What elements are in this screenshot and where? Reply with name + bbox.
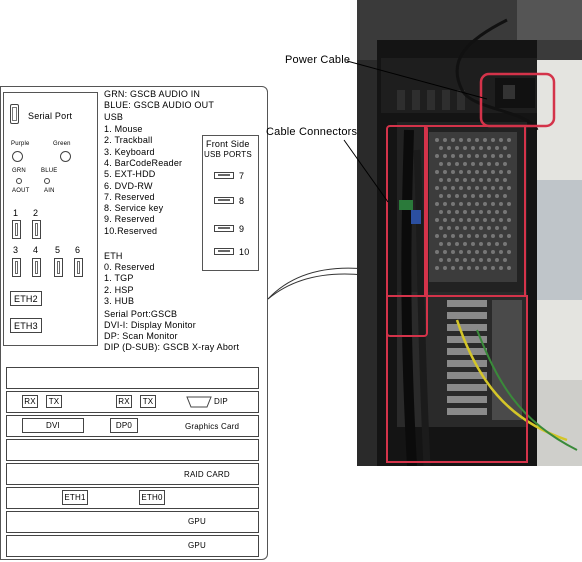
usb-legend-item: 7. Reserved (104, 191, 155, 202)
dip-legend: DIP (D-SUB): GSCB X-ray Abort (104, 342, 240, 352)
usb-number-4: 4 (33, 245, 39, 255)
tx-port-1: TX (46, 395, 62, 408)
eth-legend-item: 2. HSP (104, 284, 134, 295)
usb-number-2: 2 (33, 208, 39, 218)
serial-port-label: Serial Port (28, 111, 73, 121)
usb-port-5 (54, 258, 63, 277)
usb-port-1 (12, 220, 21, 239)
dvi-port: DVI (22, 418, 84, 433)
gpu-label-1: GPU (188, 517, 206, 526)
usb-legend-item: 9. Reserved (104, 214, 155, 225)
eth-legend-item: 1. TGP (104, 273, 134, 284)
eth0-port: ETH0 (139, 490, 165, 505)
serial-port-inner (12, 107, 17, 121)
serial-port-legend: Serial Port:GSCB (104, 309, 178, 319)
usb-number-5: 5 (55, 245, 61, 255)
front-usb-port-10 (214, 248, 234, 255)
io-shield-frame (3, 92, 98, 346)
back-panel-diagram: Serial Port Purple Green GRN BLUE AOUT A… (0, 0, 270, 562)
eth-legend-item: 0. Reserved (104, 262, 155, 272)
green-label: Green (53, 141, 71, 147)
usb-legend-item: 5. EXT-HDD (104, 169, 156, 180)
usb-port-3 (12, 258, 21, 277)
eth1-port: ETH1 (62, 490, 88, 505)
usb-legend-item: 6. DVD-RW (104, 180, 153, 191)
dp-legend: DP: Scan Monitor (104, 331, 178, 341)
purple-jack-icon (12, 151, 23, 162)
usb-legend-title: USB (104, 112, 124, 122)
slot-row-gpu-2 (6, 535, 259, 557)
usb-number-3: 3 (13, 245, 19, 255)
aout-label: AOUT (12, 188, 30, 194)
cable-connectors-callout: Cable Connectors (266, 126, 358, 138)
tx-port-2: TX (140, 395, 156, 408)
usb-number-6: 6 (75, 245, 81, 255)
eth3-port: ETH3 (10, 318, 42, 333)
usb-legend-item: 2. Trackball (104, 135, 153, 146)
front-usb-number-8: 8 (239, 196, 245, 206)
power-cable-callout: Power Cable (285, 54, 351, 66)
front-usb-port-8 (214, 197, 234, 204)
usb-legend-item: 8. Service key (104, 203, 164, 214)
graphics-card-label: Graphics Card (185, 422, 240, 431)
slot-row-empty-2 (6, 439, 259, 461)
dp0-port: DP0 (110, 418, 138, 433)
front-usb-number-7: 7 (239, 171, 245, 181)
eth2-port: ETH2 (10, 291, 42, 306)
front-usb-port-9 (214, 225, 234, 232)
aout-jack-icon (16, 178, 22, 184)
slot-row-eth (6, 487, 259, 509)
usb-legend-item: 1. Mouse (104, 124, 143, 134)
blue-label: BLUE (41, 168, 58, 174)
front-usb-port-7 (214, 172, 234, 179)
dvi-legend: DVI-I: Display Monitor (104, 320, 196, 330)
usb-legend-item: 10.Reserved (104, 225, 158, 236)
usb-port-6 (74, 258, 83, 277)
usb-legend-item: 4. BarCodeReader (104, 157, 183, 168)
usb-number-1: 1 (13, 208, 19, 218)
audio-out-legend: BLUE: GSCB AUDIO OUT (104, 100, 215, 110)
ain-jack-icon (44, 178, 50, 184)
audio-in-legend: GRN: GSCB AUDIO IN (104, 89, 201, 99)
usb-port-4 (32, 258, 41, 277)
front-usb-number-9: 9 (239, 224, 245, 234)
slot-row-gpu-1 (6, 511, 259, 533)
cable-connectors-pointer (343, 139, 389, 203)
ain-label: AIN (44, 188, 55, 194)
dip-connector-icon (186, 396, 212, 408)
gpu-label-2: GPU (188, 541, 206, 550)
front-side-subtitle: USB PORTS (204, 150, 252, 159)
green-jack-icon (60, 151, 71, 162)
usb-legend-item: 3. Keyboard (104, 146, 155, 157)
front-usb-number-10: 10 (239, 247, 250, 257)
raid-card-label: RAID CARD (184, 470, 230, 479)
power-cable-pointer (346, 60, 488, 100)
purple-label: Purple (11, 141, 30, 147)
slot-row-empty (6, 367, 259, 389)
rx-port-1: RX (22, 395, 38, 408)
usb-port-2 (32, 220, 41, 239)
rx-port-2: RX (116, 395, 132, 408)
grn-label: GRN (12, 168, 26, 174)
eth-legend-item: 3. HUB (104, 295, 135, 306)
front-side-title: Front Side (206, 139, 250, 149)
eth-legend-title: ETH (104, 251, 123, 261)
dip-label: DIP (214, 397, 228, 406)
